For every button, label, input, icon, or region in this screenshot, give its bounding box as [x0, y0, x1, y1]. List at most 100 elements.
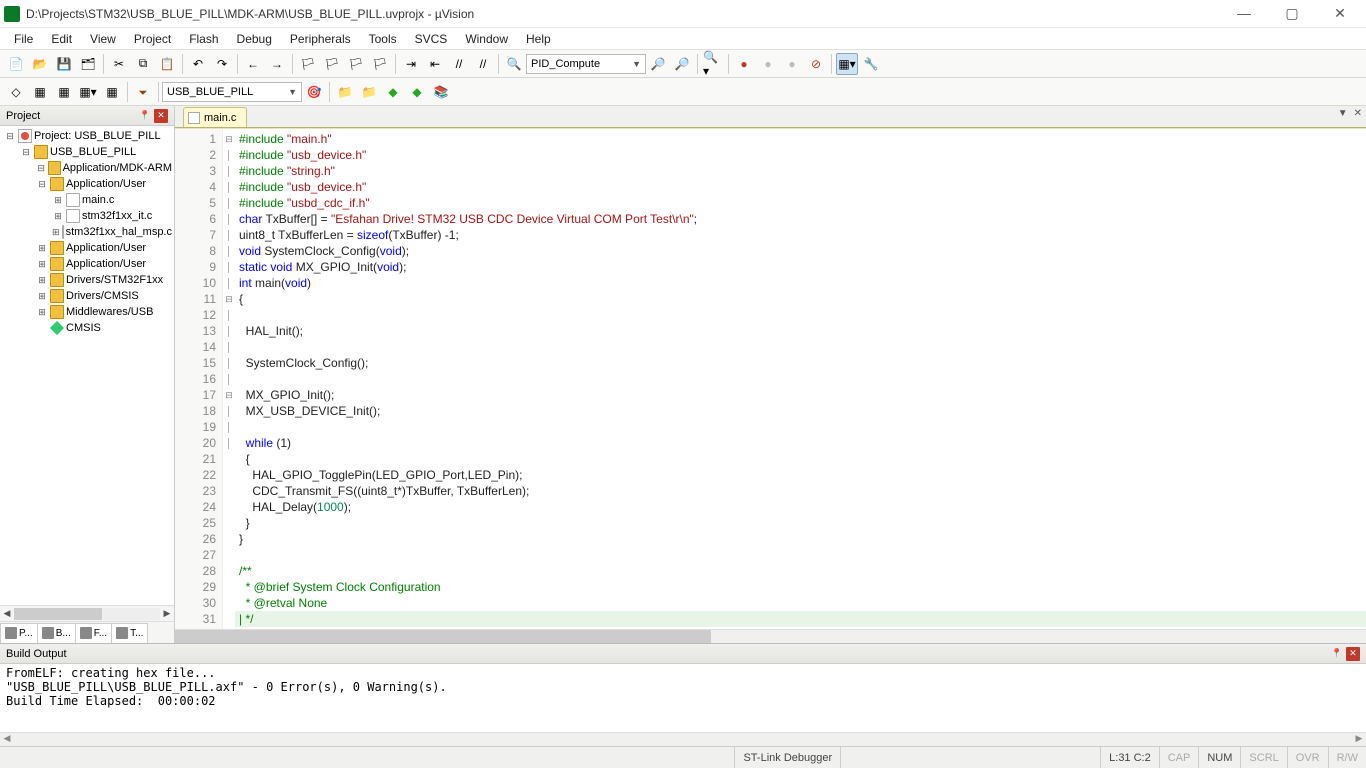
maximize-button[interactable]: ▢: [1278, 5, 1306, 22]
menu-tools[interactable]: Tools: [361, 30, 405, 48]
tree-node[interactable]: CMSIS: [0, 320, 174, 336]
scroll-left-icon[interactable]: ◀: [0, 608, 14, 619]
tree-node[interactable]: ⊞Middlewares/USB: [0, 304, 174, 320]
menu-window[interactable]: Window: [457, 30, 516, 48]
pack-installer-icon[interactable]: ◆: [382, 81, 404, 103]
incremental-find-icon[interactable]: 🔎: [671, 53, 693, 75]
window-layout-icon[interactable]: ▦▾: [836, 53, 858, 75]
menu-svcs[interactable]: SVCS: [407, 30, 456, 48]
bookmark-clear-icon[interactable]: 🏳: [369, 53, 391, 75]
scroll-right-icon[interactable]: ▶: [1352, 733, 1366, 746]
expand-icon[interactable]: ⊟: [4, 131, 16, 142]
close-panel-icon[interactable]: ✕: [1346, 647, 1360, 661]
menu-peripherals[interactable]: Peripherals: [282, 30, 359, 48]
rte-icon[interactable]: ◆: [406, 81, 428, 103]
tree-node[interactable]: ⊟USB_BLUE_PILL: [0, 144, 174, 160]
redo-icon[interactable]: ↷: [211, 53, 233, 75]
tree-node[interactable]: ⊟Application/MDK-ARM: [0, 160, 174, 176]
open-folder-icon[interactable]: 📂: [29, 53, 51, 75]
panel-tab-3[interactable]: T...: [111, 623, 148, 643]
target-options-icon[interactable]: 🎯: [303, 81, 325, 103]
tree-node[interactable]: ⊞Application/User: [0, 256, 174, 272]
rebuild-icon[interactable]: ▦: [53, 81, 75, 103]
expand-icon[interactable]: ⊟: [36, 163, 46, 174]
record-icon[interactable]: ●: [733, 53, 755, 75]
bookmark-toggle-icon[interactable]: 🏳: [297, 53, 319, 75]
translate-icon[interactable]: ◇: [5, 81, 27, 103]
close-button[interactable]: ✕: [1326, 5, 1354, 22]
file-ext-icon[interactable]: 📁: [334, 81, 356, 103]
uncomment-icon[interactable]: //: [472, 53, 494, 75]
tree-node[interactable]: ⊞stm32f1xx_it.c: [0, 208, 174, 224]
record-gray1-icon[interactable]: ●: [757, 53, 779, 75]
panel-tab-1[interactable]: B...: [37, 623, 76, 643]
books-icon[interactable]: 📚: [430, 81, 452, 103]
code-editor[interactable]: #include "main.h"#include "usb_device.h"…: [235, 129, 1366, 629]
new-file-icon[interactable]: 📄: [5, 53, 27, 75]
stop-build-icon[interactable]: ▦: [101, 81, 123, 103]
close-panel-icon[interactable]: ✕: [154, 109, 168, 123]
expand-icon[interactable]: ⊞: [36, 291, 48, 302]
tree-node[interactable]: ⊞Drivers/CMSIS: [0, 288, 174, 304]
menu-edit[interactable]: Edit: [43, 30, 80, 48]
save-icon[interactable]: 💾: [53, 53, 75, 75]
cut-icon[interactable]: ✂: [108, 53, 130, 75]
expand-icon[interactable]: ⊞: [52, 211, 64, 222]
build-icon[interactable]: ▦: [29, 81, 51, 103]
batch-build-icon[interactable]: ▦▾: [77, 81, 99, 103]
menu-flash[interactable]: Flash: [181, 30, 226, 48]
unindent-icon[interactable]: ⇤: [424, 53, 446, 75]
target-combo[interactable]: USB_BLUE_PILL ▼: [162, 82, 302, 102]
debug-settings-icon[interactable]: 🔍▾: [702, 53, 724, 75]
panel-tab-0[interactable]: P...: [0, 623, 38, 643]
comment-icon[interactable]: //: [448, 53, 470, 75]
save-all-icon[interactable]: 🗂: [77, 53, 99, 75]
nav-fwd-icon[interactable]: →: [266, 53, 288, 75]
copy-icon[interactable]: ⧉: [132, 53, 154, 75]
expand-icon[interactable]: ⊞: [52, 195, 64, 206]
menu-file[interactable]: File: [6, 30, 41, 48]
code-hscrollbar[interactable]: [175, 629, 1366, 643]
project-tree[interactable]: ⊟Project: USB_BLUE_PILL⊟USB_BLUE_PILL⊟Ap…: [0, 126, 174, 605]
search-combo[interactable]: PID_Compute ▼: [526, 54, 646, 74]
expand-icon[interactable]: ⊟: [36, 179, 48, 190]
expand-icon[interactable]: ⊞: [36, 243, 48, 254]
tree-node[interactable]: ⊞Application/User: [0, 240, 174, 256]
expand-icon[interactable]: ⊞: [36, 307, 48, 318]
scroll-left-icon[interactable]: ◀: [0, 733, 14, 746]
tab-main-c[interactable]: main.c: [183, 107, 247, 127]
manage-icon[interactable]: 📁: [358, 81, 380, 103]
panel-tab-2[interactable]: F...: [75, 623, 112, 643]
menu-help[interactable]: Help: [518, 30, 559, 48]
fold-column[interactable]: ⊟│││││││││⊟│││││ ⊟│││: [223, 129, 235, 629]
expand-icon[interactable]: ⊟: [20, 147, 32, 158]
expand-icon[interactable]: ⊞: [52, 227, 60, 238]
stop-record-icon[interactable]: ⊘: [805, 53, 827, 75]
undo-icon[interactable]: ↶: [187, 53, 209, 75]
find-next-icon[interactable]: 🔎: [647, 53, 669, 75]
nav-back-icon[interactable]: ←: [242, 53, 264, 75]
expand-icon[interactable]: ⊞: [36, 275, 48, 286]
indent-icon[interactable]: ⇥: [400, 53, 422, 75]
menu-debug[interactable]: Debug: [229, 30, 280, 48]
tab-close-icon[interactable]: ✕: [1354, 108, 1362, 119]
tree-node[interactable]: ⊟Project: USB_BLUE_PILL: [0, 128, 174, 144]
menu-project[interactable]: Project: [126, 30, 179, 48]
build-hscrollbar[interactable]: ◀ ▶: [0, 732, 1366, 746]
tree-hscrollbar[interactable]: ◀ ▶: [0, 605, 174, 621]
find-in-files-icon[interactable]: 🔍: [503, 53, 525, 75]
expand-icon[interactable]: ⊞: [36, 259, 48, 270]
menu-view[interactable]: View: [82, 30, 124, 48]
build-output-text[interactable]: FromELF: creating hex file... "USB_BLUE_…: [0, 664, 1366, 732]
record-gray2-icon[interactable]: ●: [781, 53, 803, 75]
download-icon[interactable]: 🞃: [132, 81, 154, 103]
tree-node[interactable]: ⊞main.c: [0, 192, 174, 208]
tree-node[interactable]: ⊞stm32f1xx_hal_msp.c: [0, 224, 174, 240]
tree-node[interactable]: ⊞Drivers/STM32F1xx: [0, 272, 174, 288]
tree-node[interactable]: ⊟Application/User: [0, 176, 174, 192]
scroll-right-icon[interactable]: ▶: [160, 608, 174, 619]
bookmark-next-icon[interactable]: 🏳: [345, 53, 367, 75]
paste-icon[interactable]: 📋: [156, 53, 178, 75]
minimize-button[interactable]: —: [1230, 5, 1258, 22]
pin-icon[interactable]: 📍: [138, 109, 152, 123]
